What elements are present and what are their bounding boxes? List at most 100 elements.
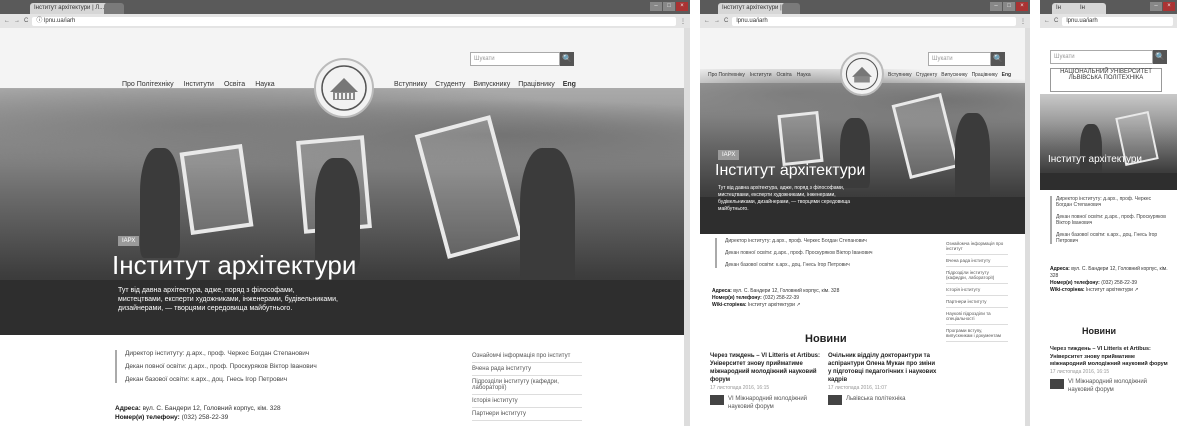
- wiki-link[interactable]: Інститут архітектури ↗: [1086, 287, 1139, 293]
- nav-item-student[interactable]: Студенту: [916, 72, 938, 78]
- url-input[interactable]: lpnu.ua/iarh: [1062, 16, 1173, 26]
- search-button[interactable]: 🔍: [1153, 50, 1167, 64]
- scrollbar[interactable]: [1025, 28, 1030, 426]
- close-button[interactable]: ×: [1016, 2, 1028, 11]
- sidebar-item[interactable]: Історія інституту: [472, 395, 582, 408]
- sidebar-item[interactable]: Підрозділи інституту (кафедри, лаборатор…: [946, 267, 1008, 284]
- url-text: lpnu.ua/iarh: [736, 17, 768, 24]
- sidebar-item[interactable]: Наукові підрозділи та спеціальності: [946, 308, 1008, 325]
- page-title: Інститут архітектури: [112, 250, 357, 280]
- language-switch[interactable]: Eng: [1002, 72, 1011, 78]
- search-input[interactable]: Шукати: [470, 52, 560, 66]
- university-logo[interactable]: [314, 58, 374, 118]
- maximize-button[interactable]: □: [1003, 2, 1015, 11]
- browser-tab[interactable]: Ін: [1076, 3, 1106, 14]
- info-icon[interactable]: ⓘ: [36, 18, 42, 24]
- nav-item-about[interactable]: Про Політехніку: [708, 72, 745, 78]
- nav-item-institutes[interactable]: Інститути: [750, 72, 772, 78]
- nav-item-employee[interactable]: Працівнику: [972, 72, 998, 78]
- nav-item-entrant[interactable]: Вступнику: [394, 81, 427, 88]
- news-item[interactable]: Очільник відділу докторантури та аспіран…: [828, 352, 938, 405]
- minimize-button[interactable]: –: [650, 2, 662, 11]
- close-button[interactable]: ×: [676, 2, 688, 11]
- maximize-button[interactable]: □: [663, 2, 675, 11]
- news-title[interactable]: Через тиждень – VI Litteris et Artibus: …: [1050, 346, 1168, 369]
- search-input[interactable]: Шукати: [928, 52, 991, 66]
- dean-line: Декан повної освіти: д.арх., проф. Проск…: [725, 250, 873, 256]
- nav-item-graduate[interactable]: Випускнику: [473, 81, 510, 88]
- hero-description: Тут від давна архітектура, адже, поряд з…: [118, 287, 338, 312]
- sidebar-item[interactable]: Вчена рада інституту: [472, 363, 582, 376]
- reload-icon[interactable]: C: [724, 18, 728, 24]
- reload-icon[interactable]: C: [1054, 18, 1058, 24]
- sidebar-item[interactable]: Програми вступу, випускникам і документа…: [946, 325, 1008, 342]
- sidebar-item[interactable]: Підрозділи інституту (кафедри, лаборатор…: [472, 376, 582, 395]
- tab-title: Інститут архітектури | Л...: [722, 5, 786, 11]
- university-logo[interactable]: [840, 52, 884, 96]
- url-input[interactable]: lpnu.ua/iarh: [732, 16, 1016, 26]
- tab-title: Ін: [1056, 5, 1061, 11]
- nav-item-entrant[interactable]: Вступнику: [888, 72, 912, 78]
- student-figure: [140, 148, 180, 258]
- sidebar-item[interactable]: Партнери інституту: [946, 296, 1008, 308]
- drawing-board-image: [777, 110, 824, 167]
- minimize-button[interactable]: –: [990, 2, 1002, 11]
- new-tab-button[interactable]: [104, 3, 124, 14]
- nav-item-education[interactable]: Освіта: [777, 72, 792, 78]
- sidebar-item[interactable]: Вчена рада інституту: [946, 255, 1008, 267]
- hero-section: Про Політехніку Інститути Освіта Наука В…: [700, 28, 1030, 234]
- address-bar: ← C lpnu.ua/iarh: [1040, 14, 1177, 29]
- new-tab-button[interactable]: [782, 3, 800, 14]
- back-icon[interactable]: ←: [704, 18, 710, 24]
- reload-icon[interactable]: C: [24, 18, 28, 24]
- window-controls: – □ ×: [990, 2, 1028, 11]
- back-icon[interactable]: ←: [4, 18, 10, 24]
- url-input[interactable]: ⓘ lpnu.ua/iarh: [32, 16, 676, 26]
- sidebar-links: Ознайомчі інформація про інститут Вчена …: [472, 350, 582, 421]
- menu-icon[interactable]: ⋮: [1020, 18, 1026, 25]
- sidebar-item[interactable]: Історія інституту: [946, 284, 1008, 296]
- leadership-block: Директор інституту: д.арх., проф. Черкес…: [1050, 196, 1168, 250]
- menu-icon[interactable]: ⋮: [680, 18, 686, 25]
- university-banner[interactable]: НАЦІОНАЛЬНИЙ УНІВЕРСИТЕТ ЛЬВІВСЬКА ПОЛІТ…: [1050, 68, 1162, 92]
- language-switch[interactable]: Eng: [563, 81, 576, 88]
- news-item[interactable]: Через тиждень – VI Litteris et Artibus: …: [710, 352, 820, 411]
- news-item[interactable]: Через тиждень – VI Litteris et Artibus: …: [1050, 346, 1168, 394]
- scrollbar[interactable]: [684, 28, 690, 426]
- forward-icon[interactable]: →: [714, 18, 720, 24]
- search-button[interactable]: 🔍: [991, 52, 1005, 66]
- sidebar-item[interactable]: Ознайомчі інформація про інститут: [472, 350, 582, 363]
- sidebar-item[interactable]: Партнери інституту: [472, 408, 582, 421]
- director-line: Директор інституту: д.арх., проф. Черкес…: [125, 350, 310, 357]
- browser-tab[interactable]: Інститут архітектури | Л...: [30, 3, 108, 14]
- wiki-link[interactable]: Інститут архітектури ↗: [748, 302, 801, 308]
- address-bar: ← → C ⓘ lpnu.ua/iarh ⋮: [0, 14, 690, 29]
- browser-tab[interactable]: Інститут архітектури | Л...: [718, 3, 786, 14]
- nav-item-science[interactable]: Наука: [797, 72, 811, 78]
- minimize-button[interactable]: –: [1150, 2, 1162, 11]
- news-title[interactable]: Очільник відділу докторантури та аспіран…: [828, 352, 938, 384]
- director-line: Директор інституту: д.арх., проф. Черкес…: [1056, 196, 1152, 208]
- nav-item-science[interactable]: Наука: [255, 81, 274, 88]
- back-icon[interactable]: ←: [1044, 18, 1050, 24]
- search-button[interactable]: 🔍: [560, 52, 574, 66]
- sidebar-item[interactable]: Ознайомча інформація про інститут: [946, 238, 1008, 255]
- news-subtitle: Львівська політехніка: [846, 396, 906, 402]
- nav-item-employee[interactable]: Працівнику: [518, 81, 555, 88]
- close-button[interactable]: ×: [1163, 2, 1175, 11]
- hero-floor: [1040, 172, 1177, 190]
- phone-label: Номер(и) телефону:: [115, 414, 180, 421]
- hero-floor: [0, 279, 690, 335]
- news-title[interactable]: Через тиждень – VI Litteris et Artibus: …: [710, 352, 820, 384]
- search-input[interactable]: Шукати: [1050, 50, 1153, 64]
- contacts-block: Адреса: вул. С. Бандери 12, Головний кор…: [1050, 266, 1168, 294]
- nav-item-institutes[interactable]: Інститути: [184, 81, 214, 88]
- nav-item-about[interactable]: Про Політехніку: [122, 81, 174, 88]
- nav-item-student[interactable]: Студенту: [435, 81, 465, 88]
- nav-item-graduate[interactable]: Випускнику: [941, 72, 967, 78]
- nav-item-education[interactable]: Освіта: [224, 81, 245, 88]
- logo-building-icon: [321, 65, 367, 111]
- browser-window-tablet: Інститут архітектури | Л... – □ × ← → C lp…: [700, 0, 1030, 426]
- forward-icon[interactable]: →: [14, 18, 20, 24]
- address-label: Адреса:: [115, 405, 141, 412]
